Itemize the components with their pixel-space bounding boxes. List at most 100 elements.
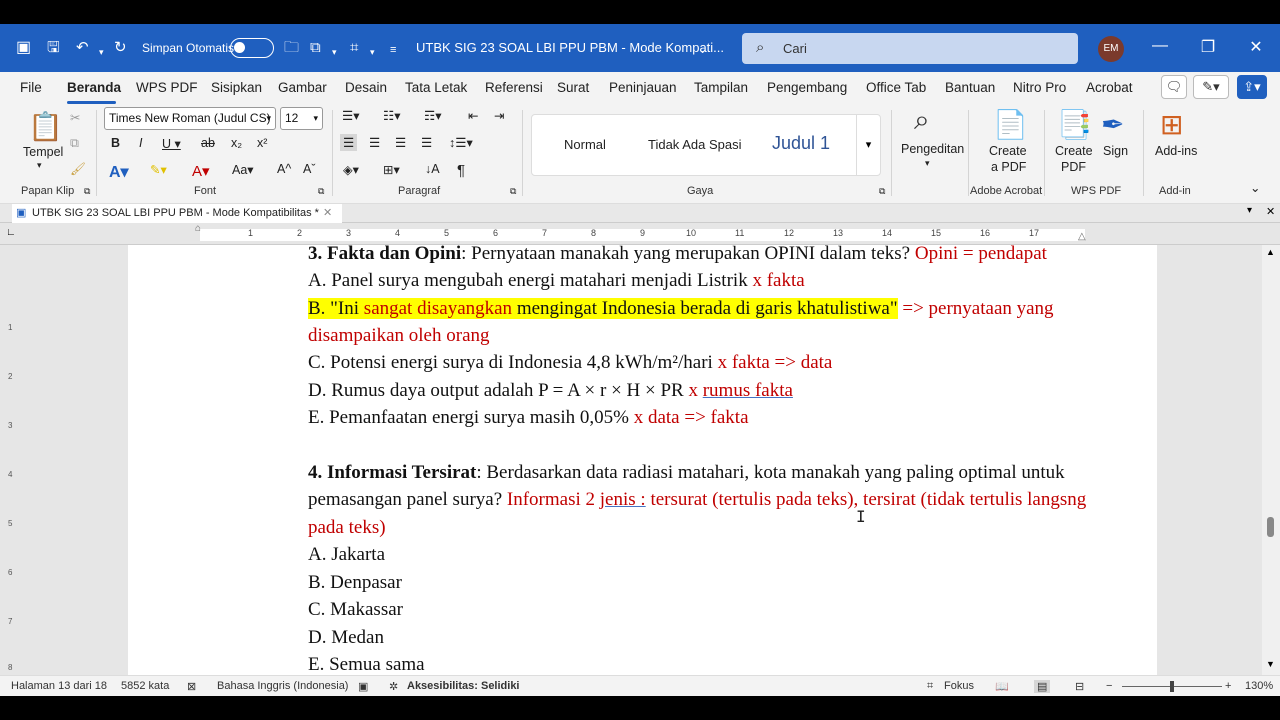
first-line-indent-marker[interactable]: ⌂ [195, 223, 201, 234]
addins-label[interactable]: Add-ins [1155, 144, 1197, 158]
superscript-icon[interactable]: x² [257, 136, 267, 150]
layout-dropdown-icon[interactable]: ▾ [332, 43, 337, 61]
shading-icon[interactable]: ◈▾ [343, 162, 359, 177]
shrink-font-icon[interactable]: Aˇ [303, 162, 316, 176]
q4-option-e[interactable]: E. Semua sama [308, 653, 425, 675]
accessibility-status[interactable]: Aksesibilitas: Selidiki [407, 680, 520, 692]
paste-icon[interactable]: 📋 [28, 110, 63, 143]
autosave-toggle[interactable] [230, 38, 274, 58]
q4-note-cont[interactable]: pada teks) [308, 516, 386, 540]
subscript-icon[interactable]: x₂ [231, 136, 242, 150]
word-count[interactable]: 5852 kata [121, 680, 169, 692]
paragraph-launcher-icon[interactable]: ⧉ [510, 186, 516, 197]
styles-more-button[interactable]: ▾ [856, 115, 880, 175]
tab-acrobat[interactable]: Acrobat [1086, 80, 1133, 95]
styles-launcher-icon[interactable]: ⧉ [879, 186, 885, 197]
editing-dropdown-icon[interactable]: ▾ [925, 158, 930, 169]
tab-desain[interactable]: Desain [345, 80, 387, 95]
zoom-in-icon[interactable]: + [1225, 680, 1231, 692]
decrease-indent-icon[interactable]: ⇤ [468, 108, 478, 123]
open-folder-icon[interactable]: 🗀 [284, 39, 299, 57]
underline-icon[interactable]: U ▾ [162, 136, 181, 151]
scroll-up-icon[interactable]: ▲ [1266, 247, 1275, 257]
zoom-out-icon[interactable]: − [1106, 680, 1112, 692]
tab-file[interactable]: File [20, 80, 42, 95]
align-center-icon[interactable]: ☰ [369, 135, 380, 150]
document-page[interactable]: 3. Fakta dan Opini: Pernyataan manakah y… [128, 245, 1157, 675]
strikethrough-icon[interactable]: ab [201, 136, 215, 150]
comments-button[interactable]: 🗨 [1161, 75, 1187, 99]
right-indent-marker[interactable]: △ [1078, 231, 1086, 242]
style-judul-1[interactable]: Judul 1 [772, 133, 830, 154]
create-a-pdf-label-1[interactable]: Create [989, 144, 1027, 158]
create-a-pdf-label-2[interactable]: a PDF [991, 160, 1026, 174]
bullets-icon[interactable]: ☰▾ [342, 108, 359, 123]
tab-list-icon[interactable]: ▾ [1247, 205, 1252, 216]
q4-option-a[interactable]: A. Jakarta [308, 543, 385, 567]
font-name-combo[interactable]: Times New Roman (Judul CS) ▾ [104, 107, 276, 130]
sort-icon[interactable]: ↓A [425, 162, 440, 176]
proofing-icon[interactable]: ⊠ [187, 680, 196, 693]
accessibility-icon[interactable]: ✲ [389, 680, 398, 693]
editing-mode-button[interactable]: ✎▾ [1193, 75, 1229, 99]
bold-icon[interactable]: B [111, 136, 120, 150]
web-layout-icon[interactable]: ⊟ [1075, 680, 1084, 693]
text-predictions-icon[interactable]: ▣ [358, 680, 368, 693]
style-tidak-ada-spasi[interactable]: Tidak Ada Spasi [648, 137, 741, 152]
cut-icon[interactable]: ✂ [70, 110, 80, 125]
tab-nitro-pro[interactable]: Nitro Pro [1013, 80, 1066, 95]
zoom-level[interactable]: 130% [1245, 680, 1273, 692]
q4-heading-line-2[interactable]: pemasangan panel surya? Informasi 2 jeni… [308, 488, 1086, 512]
tab-wps-pdf[interactable]: WPS PDF [136, 80, 198, 95]
share-button[interactable]: ⇪▾ [1237, 75, 1267, 99]
tab-referensi[interactable]: Referensi [485, 80, 543, 95]
font-launcher-icon[interactable]: ⧉ [318, 186, 324, 197]
document-title[interactable]: UTBK SIG 23 SOAL LBI PPU PBM - Mode Komp… [416, 40, 724, 55]
tab-peninjauan[interactable]: Peninjauan [609, 80, 677, 95]
q3-option-d[interactable]: D. Rumus daya output adalah P = A × r × … [308, 379, 793, 403]
layout-icon[interactable]: ⧉ [310, 39, 321, 57]
align-left-icon[interactable]: ☰ [340, 134, 358, 151]
borders-icon[interactable]: ⊞▾ [383, 162, 400, 177]
q3-option-e[interactable]: E. Pemanfaatan energi surya masih 0,05% … [308, 406, 749, 430]
undo-dropdown-icon[interactable]: ▾ [99, 43, 104, 61]
q4-option-c[interactable]: C. Makassar [308, 598, 403, 622]
sign-label[interactable]: Sign [1103, 144, 1128, 158]
create-pdf-icon[interactable]: 📑 [1057, 108, 1092, 141]
save-icon[interactable]: 🖫 [47, 39, 60, 57]
minimize-icon[interactable]: — [1145, 37, 1175, 55]
focus-label[interactable]: Fokus [944, 680, 974, 692]
change-case-icon[interactable]: Aa▾ [232, 162, 254, 177]
font-size-combo[interactable]: 12 ▾ [280, 107, 323, 130]
q4-option-d[interactable]: D. Medan [308, 626, 384, 650]
read-mode-icon[interactable]: 📖 [995, 680, 1009, 693]
editing-label[interactable]: Pengeditan [901, 142, 964, 156]
doc-tab-close-icon[interactable]: ✕ [323, 204, 332, 223]
tab-close-all-icon[interactable]: ✕ [1266, 205, 1275, 218]
text-effects-icon[interactable]: A▾ [109, 162, 129, 182]
focus-icon[interactable]: ⌗ [927, 680, 933, 693]
show-marks-icon[interactable]: ¶ [457, 162, 465, 179]
addins-icon[interactable]: ⊞ [1160, 108, 1183, 141]
sign-icon[interactable]: ✒ [1101, 108, 1124, 141]
document-canvas[interactable]: 3. Fakta dan Opini: Pernyataan manakah y… [22, 245, 1262, 675]
print-layout-icon[interactable]: ▤ [1034, 680, 1051, 693]
page-count[interactable]: Halaman 13 dari 18 [11, 680, 107, 692]
align-right-icon[interactable]: ☰ [395, 135, 406, 150]
q3-option-b[interactable]: B. "Ini sangat disayangkan mengingat Ind… [308, 297, 1054, 321]
multilevel-list-icon[interactable]: ☶▾ [424, 108, 441, 123]
line-spacing-icon[interactable]: ↕☰▾ [449, 135, 473, 150]
ribbon-collapse-icon[interactable]: ⌄ [1250, 180, 1260, 195]
create-pdf-label-2[interactable]: PDF [1061, 160, 1086, 174]
q4-option-b[interactable]: B. Denpasar [308, 571, 402, 595]
tab-bantuan[interactable]: Bantuan [945, 80, 995, 95]
scrollbar-thumb[interactable] [1267, 517, 1274, 537]
undo-icon[interactable]: ↶ [76, 39, 89, 57]
tab-tata-letak[interactable]: Tata Letak [405, 80, 467, 95]
grow-font-icon[interactable]: A^ [277, 162, 291, 176]
q3-option-a[interactable]: A. Panel surya mengubah energi matahari … [308, 269, 805, 293]
increase-indent-icon[interactable]: ⇥ [494, 108, 504, 123]
tab-sisipkan[interactable]: Sisipkan [211, 80, 262, 95]
tab-pengembang[interactable]: Pengembang [767, 80, 847, 95]
close-icon[interactable]: ✕ [1241, 37, 1271, 57]
